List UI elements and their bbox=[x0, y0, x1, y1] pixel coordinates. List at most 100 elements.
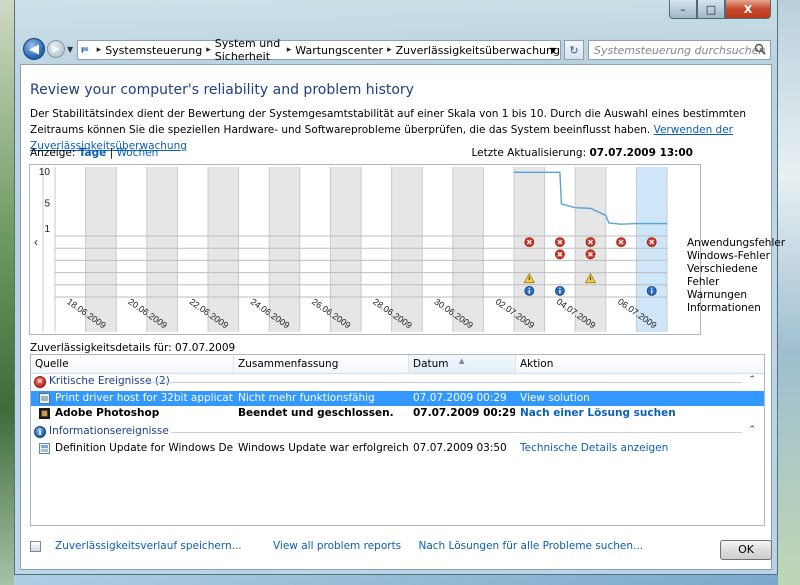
maximize-button[interactable]: □ bbox=[697, 0, 725, 19]
group-divider bbox=[143, 382, 742, 383]
refresh-button[interactable]: ↻ bbox=[564, 40, 584, 60]
row-action-link[interactable]: Nach einer Lösung suchen bbox=[520, 406, 760, 421]
column-header-date-label: Datum bbox=[413, 358, 449, 370]
breadcrumb-separator: ▸ bbox=[96, 45, 102, 55]
chart-column[interactable] bbox=[330, 167, 361, 332]
search-input[interactable]: Systemsteuerung durchsuchen bbox=[588, 40, 771, 60]
row-source: Adobe Photoshop bbox=[55, 407, 160, 419]
control-panel-icon bbox=[81, 47, 89, 53]
view-separator: | bbox=[109, 147, 114, 159]
refresh-icon: ↻ bbox=[569, 43, 579, 57]
address-dropdown-icon[interactable]: ▼ bbox=[550, 46, 556, 55]
page-title: Review your computer's reliability and p… bbox=[30, 82, 414, 98]
breadcrumb-separator: ▸ bbox=[286, 45, 292, 55]
navigation-bar: ◀ ▶ ▼ ▸ Systemsteuerung ▸ System und Sic… bbox=[15, 32, 777, 63]
legend-item: Anwendungsfehler bbox=[687, 237, 786, 249]
group-divider bbox=[171, 432, 742, 433]
address-bar[interactable]: ▸ Systemsteuerung ▸ System und Sicherhei… bbox=[77, 37, 561, 63]
chart-column[interactable] bbox=[85, 167, 117, 332]
row-action-link[interactable]: Technische Details anzeigen bbox=[520, 441, 760, 456]
back-button[interactable]: ◀ bbox=[23, 38, 45, 60]
collapse-chevron-icon[interactable]: ⌃ bbox=[748, 425, 756, 435]
sort-ascending-icon: ▲ bbox=[459, 357, 465, 365]
history-dropdown-icon[interactable]: ▼ bbox=[67, 45, 73, 54]
reliability-monitor-window: – □ X ◀ ▶ ▼ ▸ Systemsteuerung ▸ System u… bbox=[14, 0, 785, 575]
footer-links: Zuverlässigkeitsverlauf speichern... Vie… bbox=[30, 540, 657, 552]
row-summary: Windows Update war erfolgreich. bbox=[238, 442, 408, 454]
info-i-mark bbox=[559, 289, 561, 294]
legend-item: Verschiedene Fehler bbox=[687, 263, 758, 288]
table-row[interactable]: Definition Update for Windows Defender .… bbox=[31, 441, 764, 456]
breadcrumb-systemsteuerung[interactable]: Systemsteuerung bbox=[105, 44, 202, 57]
view-problem-reports-link[interactable]: View all problem reports bbox=[273, 540, 401, 552]
reliability-chart-svg[interactable]: 105118.06.2009 20.06.2009 22.06.2009 24.06.… bbox=[30, 165, 700, 334]
breadcrumb-separator: ▸ bbox=[206, 45, 211, 55]
row-summary: Nicht mehr funktionsfähig bbox=[238, 392, 375, 404]
minimize-button[interactable]: – bbox=[669, 0, 697, 19]
save-icon bbox=[30, 540, 41, 552]
legend-item: Informationen bbox=[687, 302, 761, 314]
save-history-label: Zuverlässigkeitsverlauf speichern... bbox=[55, 540, 242, 552]
close-button[interactable]: X bbox=[725, 0, 771, 19]
main-content: Review your computer's reliability and p… bbox=[20, 64, 785, 570]
last-update-label: Letzte Aktualisierung: bbox=[471, 147, 587, 159]
reliability-chart[interactable]: 10 5 1 18.06.2009 20.06.2009 22.06.2009 24.06.… bbox=[29, 164, 701, 335]
row-source: Definition Update for Windows Defender .… bbox=[55, 442, 233, 454]
group-label: Informationsereignisse bbox=[49, 425, 169, 437]
row-date: 07.07.2009 03:50 bbox=[413, 442, 507, 454]
view-selector: Anzeige: Tage | Wochen bbox=[30, 147, 158, 159]
search-solutions-link[interactable]: Nach Lösungen für alle Probleme suchen..… bbox=[419, 540, 644, 552]
row-summary: Beendet und geschlossen. bbox=[238, 407, 394, 419]
info-i-dot bbox=[559, 287, 561, 290]
breadcrumb-system-und-sicherheit[interactable]: System und Sicherheit bbox=[215, 37, 283, 63]
chart-column[interactable] bbox=[208, 167, 239, 332]
view-weeks-link[interactable]: Wochen bbox=[117, 147, 159, 159]
table-header: Quelle Zusammenfassung ▲ Datum Aktion bbox=[31, 355, 764, 374]
last-update-value: 07.07.2009 13:00 bbox=[589, 147, 693, 159]
description-text: Der Stabilitätsindex dient der Bewertung… bbox=[30, 108, 747, 136]
table-row[interactable]: Print driver host for 32bit applications… bbox=[31, 391, 764, 406]
desktop-background-left bbox=[0, 0, 14, 585]
group-information-events[interactable]: i Informationsereignisse ⌃ bbox=[31, 424, 764, 440]
chart-column[interactable] bbox=[514, 167, 545, 332]
column-header-source[interactable]: Quelle bbox=[31, 355, 234, 373]
breadcrumb-separator: ▸ bbox=[387, 45, 392, 55]
row-date: 07.07.2009 00:29 bbox=[413, 407, 515, 419]
photoshop-icon bbox=[39, 408, 50, 419]
view-label: Anzeige: bbox=[30, 147, 76, 159]
group-critical-events[interactable]: ✕ Kritische Ereignisse (2) ⌃ bbox=[31, 374, 764, 390]
column-header-summary[interactable]: Zusammenfassung bbox=[234, 355, 409, 373]
info-i-mark bbox=[528, 289, 530, 294]
ok-button[interactable]: OK bbox=[720, 540, 772, 560]
info-i-mark bbox=[651, 289, 653, 294]
breadcrumb-zuverlaessigkeitsueberwachung[interactable]: Zuverlässigkeitsüberwachung bbox=[396, 44, 560, 57]
chart-column[interactable] bbox=[269, 167, 300, 332]
row-action-link[interactable]: View solution bbox=[520, 391, 760, 406]
scroll-left-icon[interactable]: ‹ bbox=[34, 235, 38, 249]
legend-item: Windows-Fehler bbox=[687, 250, 770, 262]
row-date: 07.07.2009 00:29 bbox=[413, 392, 507, 404]
save-history-link[interactable]: Zuverlässigkeitsverlauf speichern... bbox=[30, 540, 256, 552]
legend-item: Warnungen bbox=[687, 289, 748, 301]
collapse-chevron-icon[interactable]: ⌃ bbox=[748, 375, 756, 385]
table-row[interactable]: Adobe Photoshop Beendet und geschlossen.… bbox=[31, 406, 764, 421]
y-tick-label: 10 bbox=[39, 167, 51, 178]
column-header-action[interactable]: Aktion bbox=[516, 355, 764, 373]
chart-column[interactable] bbox=[636, 167, 667, 332]
y-tick-label: 1 bbox=[44, 224, 50, 235]
column-header-date[interactable]: ▲ Datum bbox=[409, 355, 516, 373]
details-title: Zuverlässigkeitsdetails für: 07.07.2009 bbox=[30, 342, 236, 354]
view-days-link[interactable]: Tage bbox=[79, 147, 107, 159]
critical-icon: ✕ bbox=[34, 376, 46, 388]
breadcrumb-wartungscenter[interactable]: Wartungscenter bbox=[295, 44, 383, 57]
chart-column[interactable] bbox=[452, 167, 484, 332]
chart-legend: Anwendungsfehler Windows-Fehler Verschiede… bbox=[687, 237, 785, 315]
search-icon[interactable] bbox=[754, 43, 766, 55]
details-table: Quelle Zusammenfassung ▲ Datum Aktion ✕ … bbox=[30, 354, 765, 526]
chart-column[interactable] bbox=[391, 167, 423, 332]
forward-button[interactable]: ▶ bbox=[47, 40, 65, 58]
chart-column[interactable] bbox=[146, 167, 178, 332]
info-i-dot bbox=[650, 287, 653, 290]
last-update: Letzte Aktualisierung: 07.07.2009 13:00 bbox=[471, 147, 693, 159]
update-icon bbox=[39, 443, 50, 454]
